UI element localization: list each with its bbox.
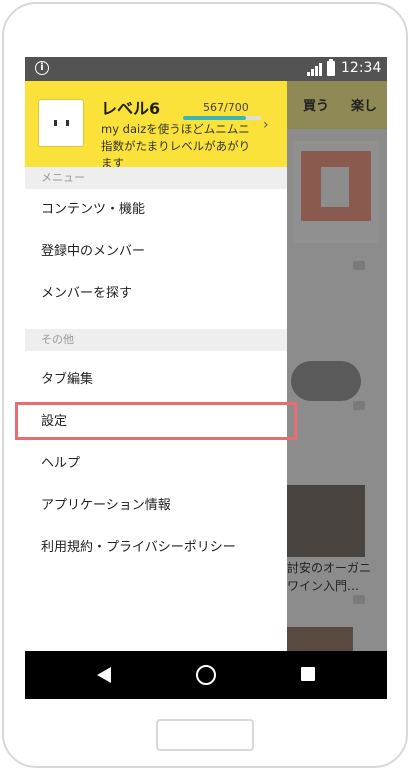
status-time: 12:34 (341, 60, 382, 76)
menu-item-contents[interactable]: コンテンツ・機能 (25, 189, 287, 231)
background-article-line: ワイン入門… (287, 579, 360, 593)
menu-item-help[interactable]: ヘルプ (25, 443, 287, 485)
back-icon[interactable] (97, 667, 111, 683)
level-title: レベル6 (101, 99, 161, 118)
chat-icon (353, 595, 365, 604)
menu-item-tab-edit[interactable]: タブ編集 (25, 359, 287, 401)
drawer-header[interactable]: レベル6 567/700 my daizを使うほどムニムニ指数がたまりレベルがあ… (25, 81, 287, 170)
chat-icon (353, 261, 365, 270)
battery-icon (327, 59, 335, 76)
signal-icon (307, 63, 322, 76)
menu-item-find-members[interactable]: メンバーを探す (25, 273, 287, 315)
avatar-eye (54, 120, 57, 126)
cloud-icon (291, 361, 361, 401)
menu-item-terms-privacy[interactable]: 利用規約・プライバシーポリシー (25, 527, 287, 569)
navigation-drawer: レベル6 567/700 my daizを使うほどムニムニ指数がたまりレベルがあ… (25, 81, 287, 651)
section-header-other: その他 (25, 329, 287, 351)
status-bar: i 12:34 (25, 57, 387, 81)
screen: i 12:34 買う 楽し 討安のオーガニ ワイン入門… レベル6 567/70… (25, 57, 387, 699)
level-description: my daizを使うほどムニムニ指数がたまりレベルがあがります (101, 122, 251, 170)
highlight-box-settings (15, 402, 297, 440)
background-photo-grapes (287, 485, 365, 557)
background-tab-fun: 楽し (351, 99, 378, 114)
hardware-home-button[interactable] (156, 719, 254, 751)
background-article-line: 討安のオーガニ (287, 561, 372, 575)
background-tab-buy: 買う (303, 99, 330, 114)
avatar (38, 99, 84, 147)
background-sign-icon (321, 167, 349, 207)
section-header-menu: メニュー (25, 167, 287, 189)
android-nav-bar (25, 651, 387, 699)
home-icon[interactable] (196, 665, 216, 685)
info-icon: i (35, 61, 49, 75)
menu-item-app-info[interactable]: アプリケーション情報 (25, 485, 287, 527)
avatar-eye (66, 120, 69, 126)
menu-item-registered-members[interactable]: 登録中のメンバー (25, 231, 287, 273)
level-progress-fill (183, 116, 247, 120)
background-tab-bar: 買う 楽し (287, 81, 387, 129)
progress-text: 567/700 (203, 101, 249, 114)
recent-apps-icon[interactable] (301, 667, 315, 681)
chevron-right-icon[interactable]: › (263, 117, 269, 133)
chat-icon (353, 401, 365, 410)
level-progress-bar (183, 116, 261, 120)
